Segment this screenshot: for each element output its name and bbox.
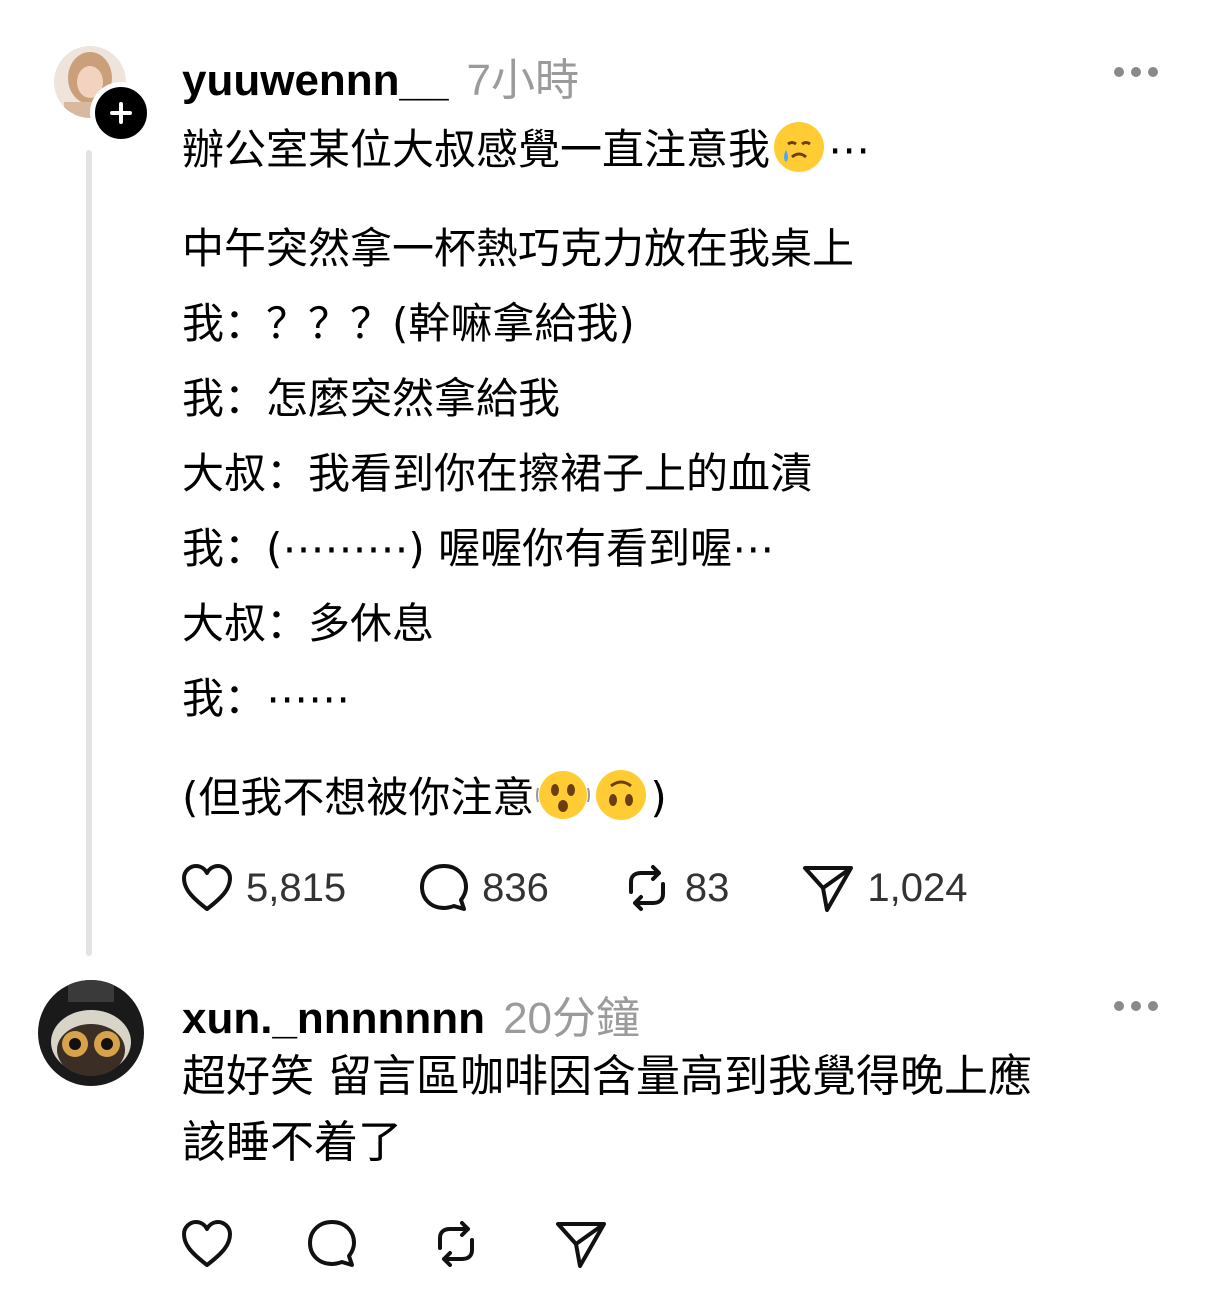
username[interactable]: xun._nnnnnnn (182, 994, 485, 1044)
reply-line: 超好笑 留言區咖啡因含量高到我覺得晚上應 (182, 1051, 1032, 1102)
more-icon (1114, 1001, 1124, 1011)
more-options-button[interactable] (1114, 1000, 1158, 1012)
reply-post: xun._nnnnnnn 20分鐘 超好笑 留言區咖啡因含量高到我覺得晚上應 該… (0, 960, 1206, 1313)
heart-icon (182, 1220, 232, 1267)
post-line: 中午突然拿一杯熱巧克力放在我桌上 (182, 224, 855, 273)
repost-count: 83 (684, 865, 730, 910)
more-icon (1114, 67, 1124, 77)
avatar-xun[interactable] (38, 980, 144, 1086)
share-button[interactable]: 1,024 (801, 862, 967, 914)
post-body: 辦公室某位大叔感覺一直注意我 ⋯ 中午突然拿一杯熱巧克力放在我桌上 我：？？？(幹… (182, 112, 1172, 835)
post-header: yuuwennn__ 7小時 (182, 44, 579, 108)
post-line: 大叔：我看到你在擦裙子上的血漬 (182, 449, 813, 498)
comment-button[interactable]: 836 (418, 862, 549, 914)
username[interactable]: yuuwennn__ (182, 56, 449, 106)
more-options-button[interactable] (1114, 66, 1158, 78)
share-icon (803, 866, 854, 912)
thread-line (86, 150, 92, 956)
comment-button[interactable] (306, 1218, 358, 1270)
comment-icon (420, 864, 469, 911)
reply-body: 超好笑 留言區咖啡因含量高到我覺得晚上應 該睡不着了 (182, 1044, 1172, 1176)
comment-icon (308, 1220, 356, 1267)
repost-icon (438, 1221, 474, 1267)
follow-button[interactable] (90, 82, 152, 144)
post-line: 我：？？？(幹嘛拿給我) (182, 299, 635, 348)
reply-header: xun._nnnnnnn 20分鐘 (182, 982, 640, 1046)
post-line: 我：怎麼突然拿給我 (182, 374, 561, 423)
post-line: 辦公室某位大叔感覺一直注意我 ⋯ (182, 112, 1172, 187)
repost-icon (628, 865, 665, 911)
repost-button[interactable] (430, 1218, 482, 1270)
shaking-face-emoji-icon (536, 771, 591, 819)
like-button[interactable] (180, 1219, 234, 1269)
share-button[interactable] (554, 1218, 608, 1270)
timestamp: 7小時 (466, 56, 579, 105)
upside-down-face-emoji-icon (596, 770, 647, 820)
like-count: 5,815 (246, 865, 347, 910)
follow-plus-icon (110, 102, 132, 124)
repost-button[interactable]: 83 (621, 862, 730, 914)
reply-line: 該睡不着了 (182, 1117, 402, 1168)
post-line: (但我不想被你注意) (182, 760, 1172, 835)
share-count: 1,024 (867, 865, 968, 910)
share-icon (556, 1222, 606, 1268)
heart-icon (182, 864, 232, 911)
like-button[interactable]: 5,815 (180, 863, 346, 913)
reply-actions (180, 1218, 608, 1270)
post-line: 我：(⋯⋯⋯) 喔喔你有看到喔⋯ (182, 524, 775, 573)
crying-smile-emoji-icon (774, 122, 825, 172)
post-line: 我：⋯⋯ (182, 674, 351, 723)
post-actions: 5,815 836 83 1,024 (180, 862, 967, 914)
comment-count: 836 (482, 865, 549, 910)
post-line: 大叔：多休息 (182, 599, 435, 648)
main-post: yuuwennn__ 7小時 辦公室某位大叔感覺一直注意我 ⋯ 中午突然拿一杯熱巧… (0, 0, 1206, 960)
timestamp: 20分鐘 (503, 994, 641, 1043)
